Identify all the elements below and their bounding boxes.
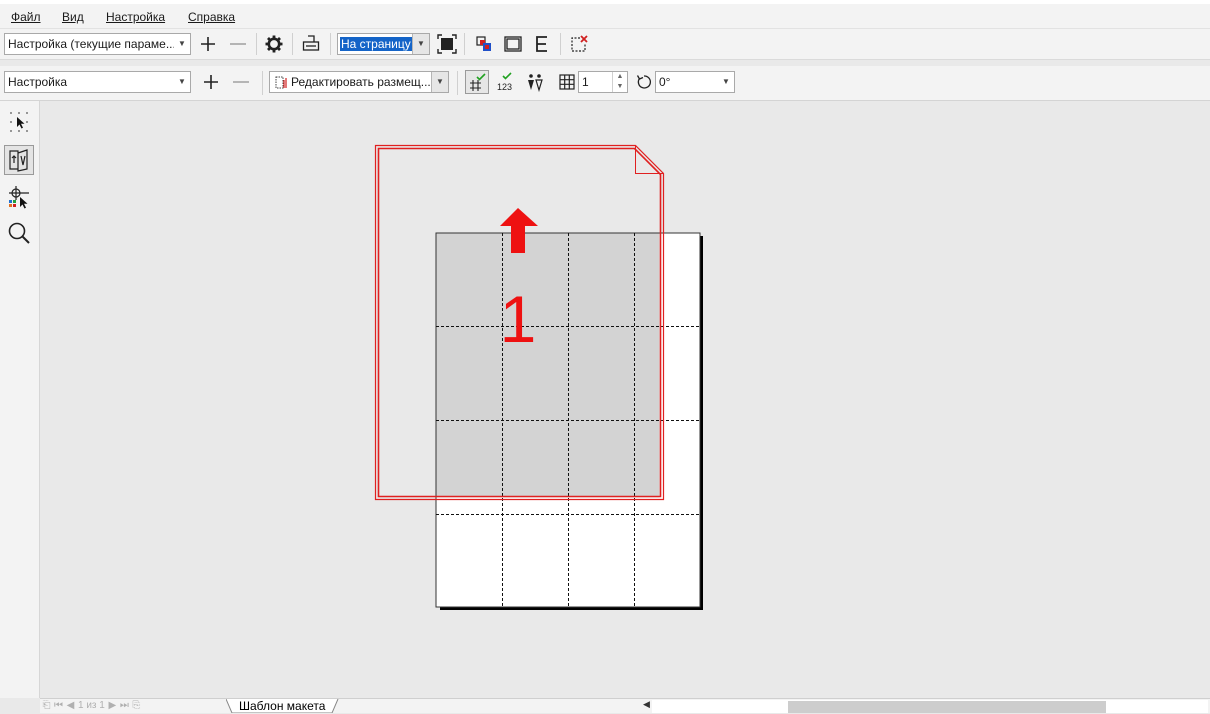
pick-tool[interactable] (4, 107, 34, 137)
full-screen-button[interactable] (435, 32, 459, 56)
fit-select-value: На страницу (340, 37, 412, 51)
rotate-button[interactable] (632, 70, 656, 94)
scroll-left-icon[interactable]: ◀ (643, 699, 650, 710)
separator (464, 33, 465, 55)
hash-check-icon (470, 73, 486, 91)
print-button[interactable] (299, 32, 323, 56)
letter-e-icon (536, 36, 547, 52)
grid-button[interactable] (555, 70, 579, 94)
pick-tool-icon (10, 112, 28, 132)
rotation-value: 0° (659, 75, 671, 89)
separator (330, 33, 331, 55)
remove-preset-button[interactable] (226, 32, 250, 56)
menu-view[interactable]: Вид (62, 10, 84, 24)
add-template-button[interactable] (199, 70, 223, 94)
auto-number-button[interactable]: 123 (494, 70, 518, 94)
toolbar-layout: Настройка ▼ Редактировать размещ... ▼ 12… (0, 66, 1210, 101)
plus-icon (204, 75, 218, 89)
toolbox (0, 101, 40, 698)
separator (560, 33, 561, 55)
zoom-tool-icon (8, 222, 30, 244)
chevron-down-icon: ▼ (174, 72, 190, 92)
close-preview-button[interactable] (567, 32, 591, 56)
copies-spinner[interactable]: 1 ▲ ▼ (578, 71, 628, 93)
chevron-down-icon: ▼ (431, 72, 448, 92)
page-area-shaded (436, 233, 660, 498)
imposition-tool-icon (9, 149, 28, 172)
menu-help[interactable]: Справка (188, 10, 235, 24)
chevron-down-icon: ▼ (718, 72, 734, 92)
separator (256, 33, 257, 55)
menu-file[interactable]: Файл (11, 10, 41, 24)
page-nav-group: ⎗ ⏮ ◀ 1 из 1 ▶ ⏭ ⎘ (42, 700, 141, 711)
color-separations-button[interactable] (472, 32, 496, 56)
page-frame-icon (504, 36, 522, 52)
marks-placement-tool[interactable] (4, 183, 34, 213)
imposition-preview: 1 (374, 144, 703, 610)
zoom-tool[interactable] (4, 218, 34, 248)
fold-marks-button[interactable] (523, 70, 547, 94)
next-page-icon[interactable]: ▶ (108, 700, 117, 711)
remove-template-button[interactable] (229, 70, 253, 94)
template-select-value: Настройка (8, 75, 68, 89)
template-select[interactable]: Настройка ▼ (4, 71, 191, 93)
preset-select[interactable]: Настройка (текущие параме... ▼ (4, 33, 191, 55)
separator (262, 71, 263, 95)
page-frame-button[interactable] (501, 32, 525, 56)
printer-icon (302, 35, 320, 51)
edit-layout-value: Редактировать размещ... (291, 75, 431, 89)
fit-select[interactable]: На страницу ▼ (337, 33, 430, 55)
number-check-icon: 123 (497, 72, 512, 92)
print-options-button[interactable] (262, 32, 286, 56)
page-counter: 1 из 1 (78, 700, 105, 711)
last-page-icon[interactable]: ⏭ (120, 700, 129, 711)
gear-icon (265, 35, 283, 53)
spinner-arrows-icon[interactable]: ▲ ▼ (612, 72, 627, 92)
minus-icon (233, 81, 249, 83)
page-navigation-bar: ⎗ ⏮ ◀ 1 из 1 ▶ ⏭ ⎘ Шаблон макета ◀ (40, 698, 1210, 713)
page-number-label: 1 (500, 282, 537, 356)
imposition-tool[interactable] (4, 145, 34, 175)
copies-value: 1 (582, 75, 589, 89)
add-preset-button[interactable] (196, 32, 220, 56)
doc-end-icon[interactable]: ⎘ (132, 700, 141, 711)
scrollbar-thumb[interactable] (788, 701, 1106, 713)
preset-select-value: Настройка (текущие параме... (8, 37, 176, 51)
menu-bar: Файл Вид Настройка Справка (0, 4, 1210, 29)
page-numbers-toggle[interactable] (465, 70, 489, 94)
layout-icon (275, 76, 287, 89)
color-separation-icon (476, 36, 491, 51)
menu-settings[interactable]: Настройка (106, 10, 165, 24)
preview-canvas[interactable]: 1 (40, 101, 1210, 698)
first-page-icon[interactable]: ⏮ (54, 700, 63, 711)
grid-icon (559, 74, 575, 90)
emulsion-button[interactable] (530, 32, 554, 56)
doc-start-icon[interactable]: ⎗ (42, 700, 51, 711)
minus-icon (230, 43, 246, 45)
svg-text:123: 123 (497, 82, 512, 92)
prev-page-icon[interactable]: ◀ (66, 700, 75, 711)
fit-page-icon (437, 34, 457, 54)
rotation-select[interactable]: 0° ▼ (655, 71, 735, 93)
marks-tool-icon (9, 186, 29, 209)
separator (292, 33, 293, 55)
chevron-down-icon: ▼ (174, 34, 190, 54)
plus-icon (201, 37, 215, 51)
close-preview-icon (571, 35, 588, 52)
rotate-icon (636, 75, 652, 89)
separator (457, 71, 458, 95)
figures-icon (528, 74, 543, 92)
edit-layout-select[interactable]: Редактировать размещ... ▼ (269, 71, 449, 93)
toolbar-top: Настройка (текущие параме... ▼ На страни… (0, 29, 1210, 60)
chevron-down-icon: ▼ (412, 34, 429, 54)
